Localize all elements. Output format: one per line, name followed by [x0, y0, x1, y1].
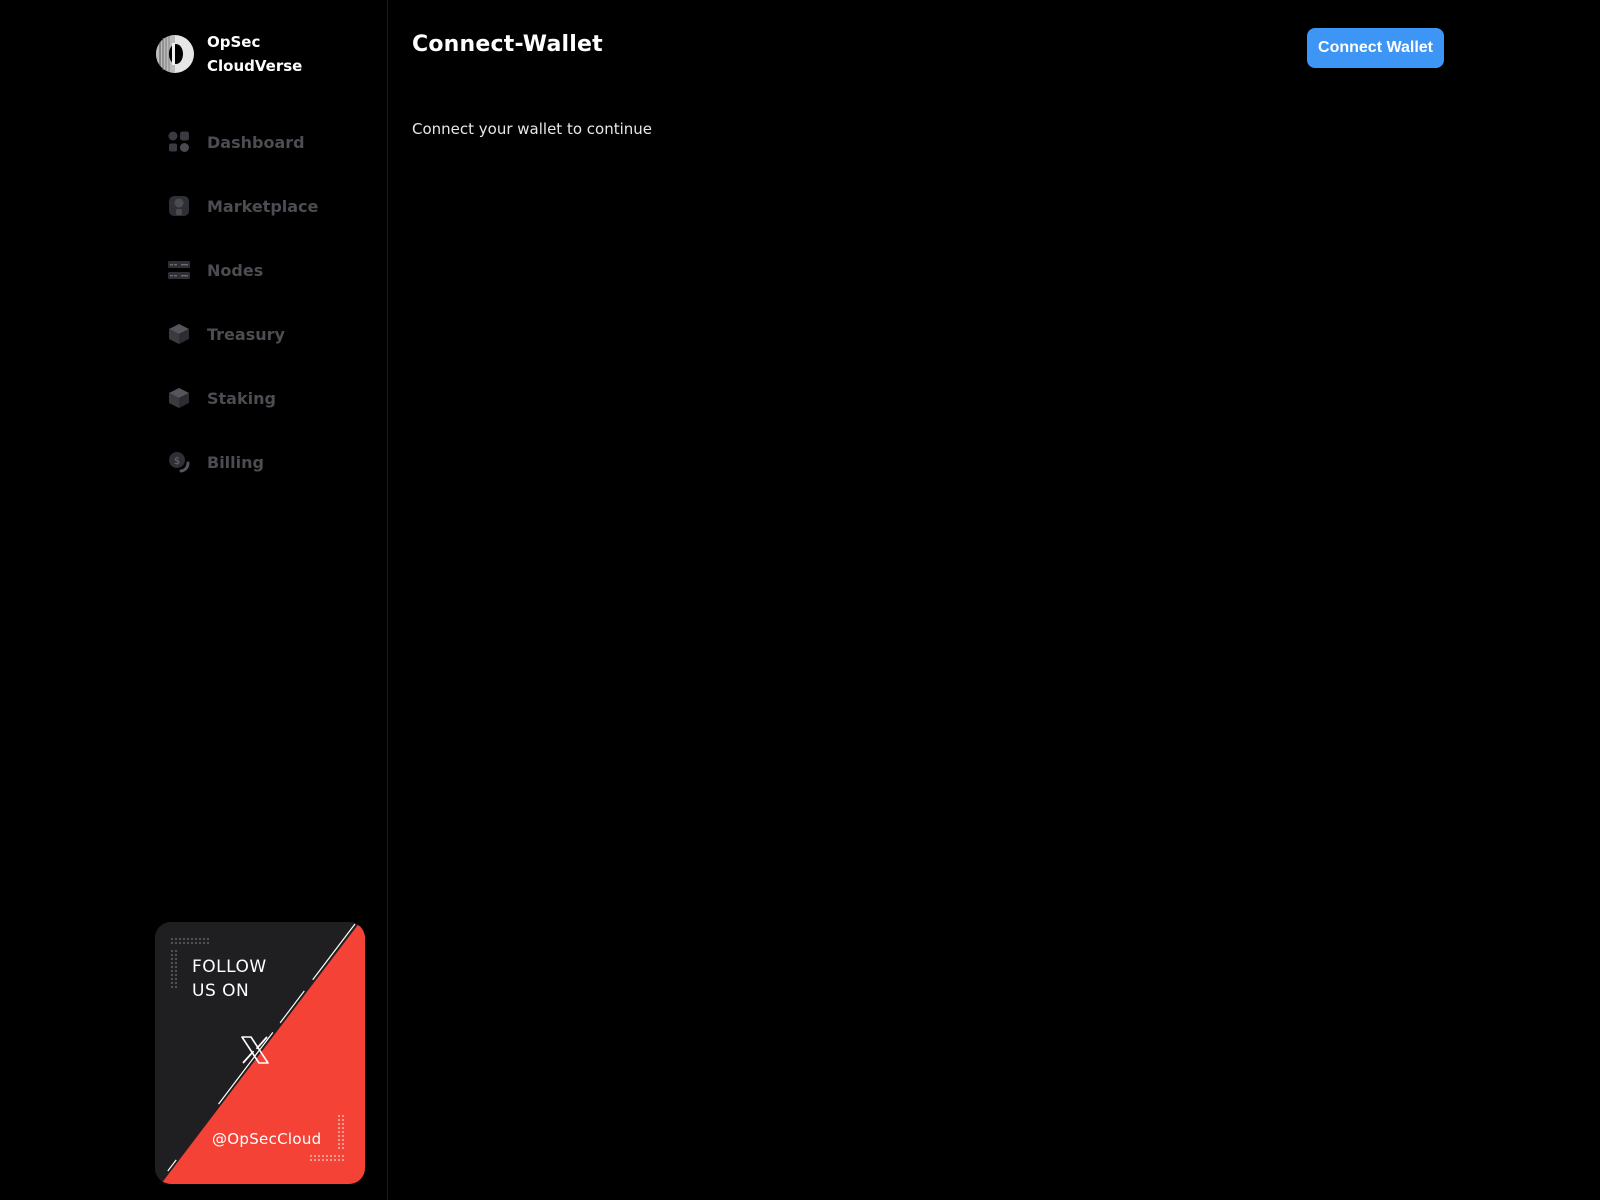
sidebar-item-treasury[interactable]: Treasury: [167, 322, 377, 346]
nodes-icon: [168, 261, 190, 279]
sidebar-item-dashboard[interactable]: Dashboard: [167, 130, 377, 154]
app-root: OpSec CloudVerse Dashboard Marketplace N…: [0, 0, 1600, 1200]
sidebar-item-label: Dashboard: [207, 132, 305, 152]
sidebar-item-label: Billing: [207, 452, 264, 472]
sidebar-item-billing[interactable]: $ Billing: [167, 450, 377, 474]
sidebar: OpSec CloudVerse Dashboard Marketplace N…: [0, 0, 388, 1200]
follow-us-card[interactable]: FOLLOW US ON @OpSecCloud: [155, 922, 365, 1184]
staking-icon: [169, 388, 189, 408]
sidebar-item-label: Nodes: [207, 260, 264, 280]
treasury-icon: [169, 324, 189, 344]
brand-name-line2: CloudVerse: [207, 57, 303, 75]
sidebar-item-staking[interactable]: Staking: [167, 386, 377, 410]
dashboard-icon: [168, 131, 189, 152]
sidebar-nav: Dashboard Marketplace Nodes Treasury Sta…: [167, 130, 377, 514]
promo-title-line1: FOLLOW: [192, 957, 267, 977]
connect-wallet-prompt: Connect your wallet to continue: [412, 120, 653, 138]
sidebar-item-label: Treasury: [207, 324, 285, 344]
svg-text:$: $: [174, 456, 180, 467]
sidebar-item-marketplace[interactable]: Marketplace: [167, 194, 377, 218]
sidebar-item-label: Marketplace: [207, 196, 319, 216]
brand[interactable]: OpSec CloudVerse: [155, 30, 317, 78]
sidebar-item-nodes[interactable]: Nodes: [167, 258, 377, 282]
brand-name: OpSec CloudVerse: [207, 30, 317, 78]
page-title: Connect-Wallet: [412, 32, 603, 57]
billing-icon: $: [169, 452, 190, 473]
promo-handle: @OpSecCloud: [212, 1130, 322, 1148]
sidebar-item-label: Staking: [207, 388, 276, 408]
promo-title: FOLLOW US ON: [192, 955, 312, 1003]
opsec-logo-icon: [156, 35, 194, 73]
x-logo-icon: [241, 1036, 269, 1064]
connect-wallet-button[interactable]: Connect Wallet: [1307, 28, 1444, 68]
marketplace-icon: [169, 196, 189, 216]
brand-name-line1: OpSec: [207, 33, 261, 51]
main-content: Connect-Wallet Connect Wallet Connect yo…: [388, 0, 1600, 1200]
promo-title-line2: US ON: [192, 981, 250, 1001]
